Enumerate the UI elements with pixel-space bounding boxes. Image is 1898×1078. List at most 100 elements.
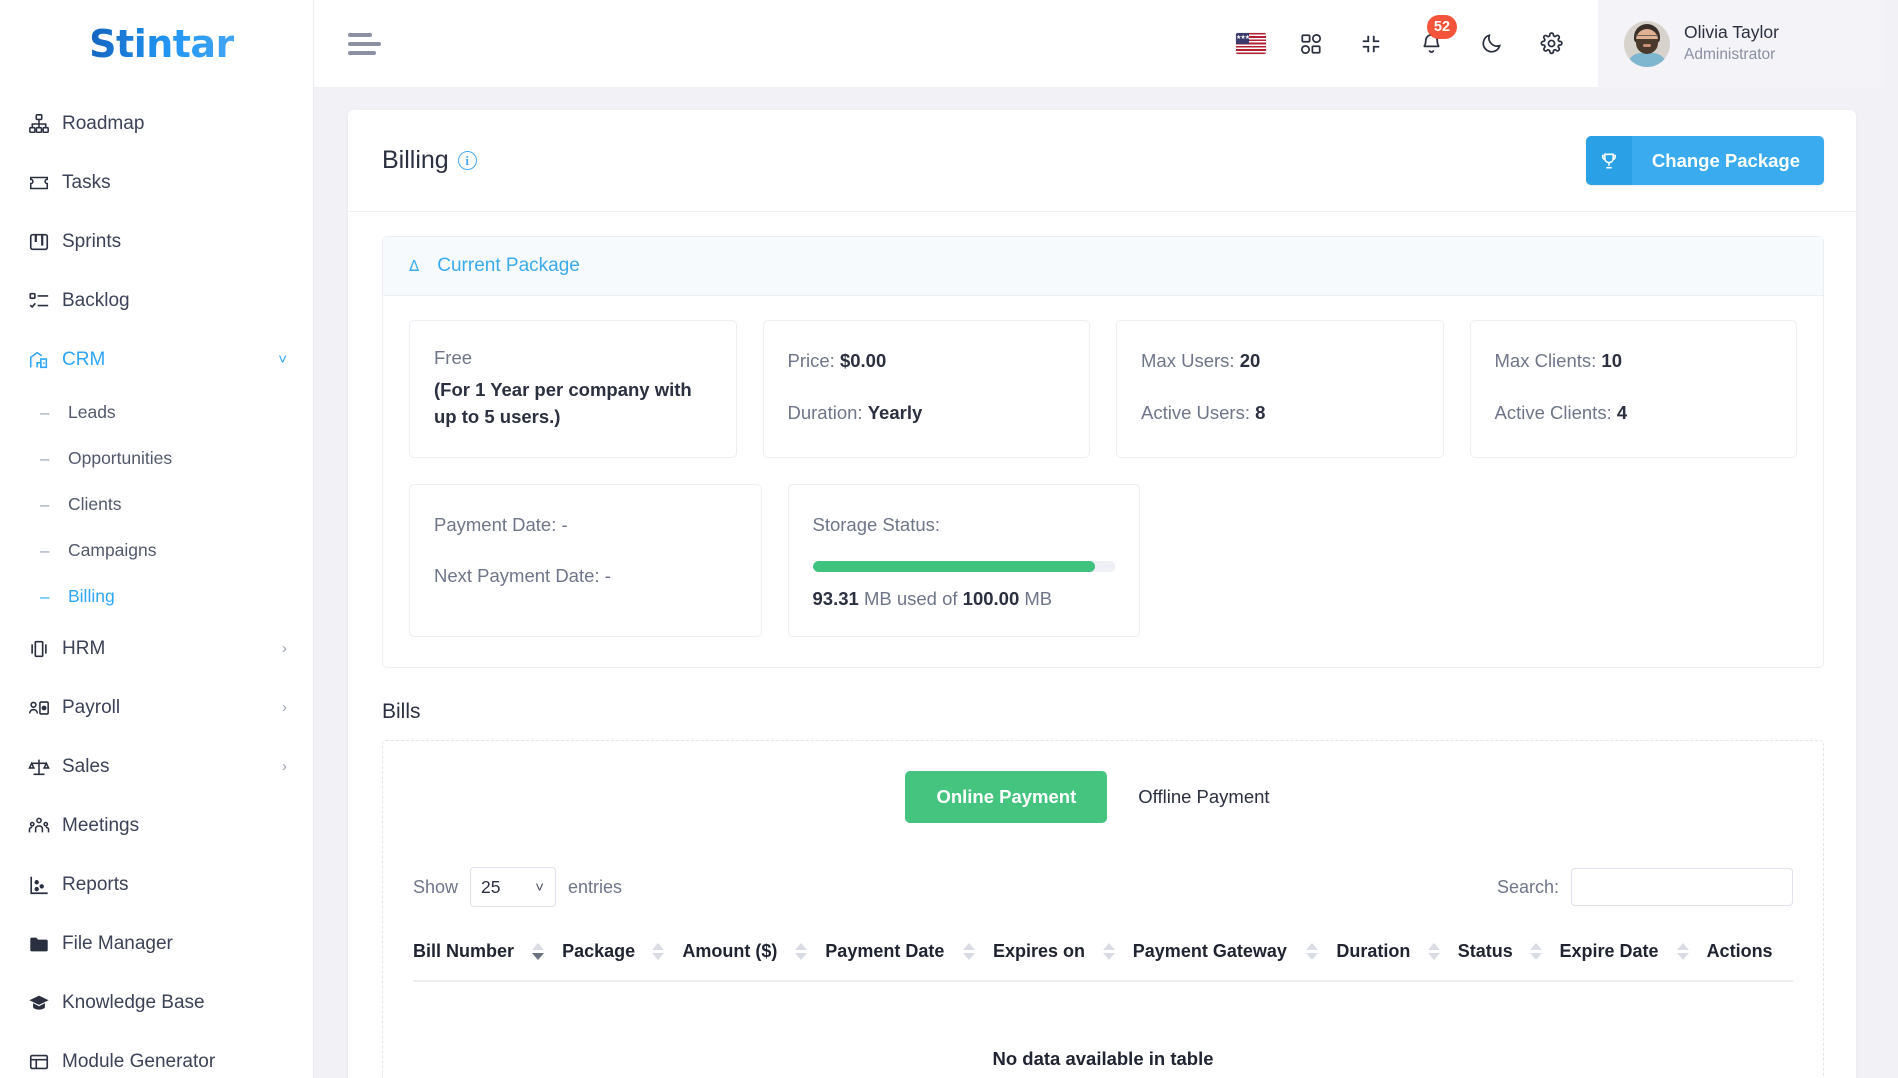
sidebar-item-module-generator[interactable]: Module Generator <box>0 1032 313 1078</box>
sidebar-item-payroll[interactable]: Payroll › <box>0 678 313 737</box>
search-input[interactable] <box>1571 868 1793 907</box>
tab-offline-payment[interactable]: Offline Payment <box>1107 771 1300 823</box>
user-profile[interactable]: Olivia Taylor Administrator <box>1598 0 1898 88</box>
sort-indicator <box>962 943 975 961</box>
sidebar: Stintar Roadmap Tasks Sprints Backlog CR… <box>0 0 314 1078</box>
sort-indicator <box>1676 943 1689 961</box>
gear-icon[interactable] <box>1534 27 1568 61</box>
bell-icon[interactable]: 52 <box>1414 14 1457 61</box>
board-icon <box>28 231 62 253</box>
hrm-icon <box>28 638 62 660</box>
sidebar-item-sales[interactable]: Sales › <box>0 737 313 796</box>
search-label: Search: <box>1496 876 1559 897</box>
package-name: Free <box>434 347 473 368</box>
main-area: ★★★ 52 Olivia Taylor Administrator Billi… <box>314 0 1898 1078</box>
sidebar-subitem-clients[interactable]: – Clients <box>0 481 313 527</box>
dash-icon: – <box>40 448 50 468</box>
page-title-text: Billing <box>382 146 449 174</box>
sidebar-item-file-manager[interactable]: File Manager <box>0 914 313 973</box>
tab-online-payment[interactable]: Online Payment <box>905 771 1108 824</box>
column-label: Bill Number <box>413 941 515 962</box>
package-tile-row-2: Payment Date: - Next Payment Date: - Sto… <box>409 483 1798 638</box>
moon-icon[interactable] <box>1474 27 1508 61</box>
topbar-icons: ★★★ 52 <box>1234 0 1598 88</box>
sort-indicator <box>1529 943 1542 961</box>
sidebar-item-meetings[interactable]: Meetings <box>0 796 313 855</box>
column-payment-gateway[interactable]: Payment Gateway <box>1132 925 1337 983</box>
brand-logo[interactable]: Stintar <box>0 0 313 88</box>
max-clients-label: Max Clients: <box>1494 350 1597 371</box>
sort-indicator <box>1102 943 1115 961</box>
us-flag-icon[interactable]: ★★★ <box>1234 27 1268 61</box>
grid-apps-icon[interactable] <box>1294 27 1328 61</box>
sidebar-item-tasks[interactable]: Tasks <box>0 153 313 212</box>
vertical-scrollbar[interactable] <box>1884 0 1898 1078</box>
sidebar-item-backlog[interactable]: Backlog <box>0 271 313 330</box>
package-description: (For 1 Year per company with up to 5 use… <box>434 379 692 427</box>
sidebar-item-hrm[interactable]: HRM › <box>0 619 313 678</box>
column-bill-number[interactable]: Bill Number <box>413 925 563 983</box>
sidebar-subitem-billing[interactable]: – Billing <box>0 573 313 619</box>
sidebar-item-reports[interactable]: Reports <box>0 855 313 914</box>
active-users-row: Active Users: 8 <box>1141 399 1419 428</box>
notification-badge: 52 <box>1427 14 1457 39</box>
content-area: Billing i Change Package ᐃ Current Packa… <box>314 88 1898 1078</box>
storage-tile: Storage Status: 93.31 MB used of 100.00 … <box>787 483 1140 638</box>
module-icon <box>28 1051 62 1073</box>
package-tiles: Free (For 1 Year per company with up to … <box>383 296 1823 667</box>
active-clients-row: Active Clients: 4 <box>1495 399 1773 428</box>
column-payment-date[interactable]: Payment Date <box>825 925 993 983</box>
sidebar-item-label: Backlog <box>62 289 130 311</box>
storage-used: 93.31 <box>812 588 859 610</box>
people-icon <box>28 815 62 837</box>
avatar <box>1624 20 1670 67</box>
sidebar-item-crm[interactable]: CRM ˅ <box>0 330 313 389</box>
column-duration[interactable]: Duration <box>1336 925 1458 983</box>
bills-header-row: Bill Number Package Amount ($) Payment D… <box>413 925 1793 983</box>
column-package[interactable]: Package <box>562 925 683 983</box>
sidebar-item-roadmap[interactable]: Roadmap <box>0 94 313 153</box>
change-package-button[interactable]: Change Package <box>1585 136 1824 185</box>
dash-icon: – <box>40 494 50 514</box>
column-expires-on[interactable]: Expires on <box>992 925 1133 983</box>
user-role: Administrator <box>1684 45 1776 63</box>
crm-icon <box>28 349 62 371</box>
collapse-screen-icon[interactable] <box>1354 27 1388 61</box>
show-entries-control: Show 25 ˅ entries <box>413 867 622 908</box>
column-expire-date[interactable]: Expire Date <box>1559 925 1707 983</box>
sidebar-item-label: HRM <box>62 637 106 659</box>
graduation-cap-icon <box>28 992 62 1014</box>
payment-tabs: Online Payment Offline Payment <box>383 741 1823 855</box>
price-tile: Price: $0.00 Duration: Yearly <box>762 320 1090 458</box>
sidebar-subitem-campaigns[interactable]: – Campaigns <box>0 527 313 573</box>
app-root: Stintar Roadmap Tasks Sprints Backlog CR… <box>0 0 1898 1078</box>
bills-heading: Bills <box>382 700 421 724</box>
column-label: Amount ($) <box>682 941 778 962</box>
bills-table-wrap: Bill Number Package Amount ($) Payment D… <box>383 925 1823 1078</box>
entries-value: 25 <box>481 876 501 897</box>
sidebar-subitem-label: Clients <box>68 493 122 514</box>
active-clients-label: Active Clients: <box>1494 401 1612 423</box>
sidebar-subitem-leads[interactable]: – Leads <box>0 389 313 435</box>
hamburger-icon[interactable] <box>348 27 381 61</box>
info-icon[interactable]: i <box>457 151 477 170</box>
entries-select[interactable]: 25 ˅ <box>470 867 557 908</box>
sidebar-subitem-opportunities[interactable]: – Opportunities <box>0 435 313 481</box>
chevron-down-icon: ˅ <box>278 351 287 368</box>
column-label: Expires on <box>992 941 1085 962</box>
payment-date-label: Payment Date: <box>434 513 557 535</box>
column-amount[interactable]: Amount ($) <box>682 925 826 983</box>
current-package-header[interactable]: ᐃ Current Package <box>383 237 1823 296</box>
column-status[interactable]: Status <box>1457 925 1560 983</box>
payment-date-row: Payment Date: - <box>434 511 737 540</box>
payment-dates-tile: Payment Date: - Next Payment Date: - <box>409 483 762 638</box>
checklist-icon <box>28 290 62 312</box>
sidebar-nav: Roadmap Tasks Sprints Backlog CRM ˅ – Le… <box>0 88 313 1078</box>
sort-indicator <box>652 943 665 961</box>
sidebar-item-sprints[interactable]: Sprints <box>0 212 313 271</box>
show-label: Show <box>413 876 459 897</box>
sidebar-item-knowledge-base[interactable]: Knowledge Base <box>0 973 313 1032</box>
bills-table-body: No data available in table <box>413 981 1793 1078</box>
